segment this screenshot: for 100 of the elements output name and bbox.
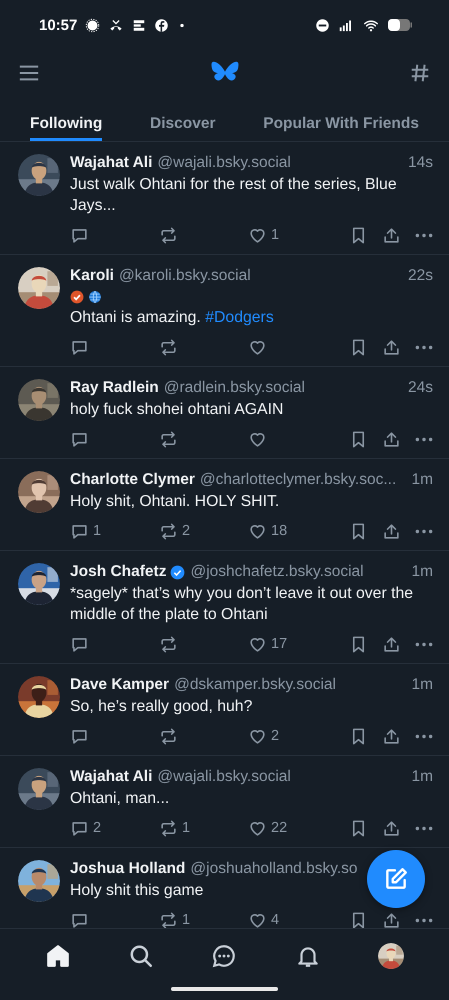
more-button[interactable] <box>415 734 433 738</box>
post-text: holy fuck shohei ohtani AGAIN <box>70 400 284 420</box>
post-time: 1m <box>410 768 433 786</box>
post-text: Ohtani is amazing. #Dodgers <box>70 308 274 328</box>
post-time: 1m <box>410 676 433 694</box>
author-name: Karoli <box>70 267 114 285</box>
more-icon <box>415 826 433 830</box>
author-handle: @wajali.bsky.social <box>157 154 291 172</box>
more-button[interactable] <box>415 918 433 922</box>
author-handle: @radlein.bsky.social <box>164 379 305 397</box>
repost-icon <box>159 430 178 448</box>
author-name: Dave Kamper <box>70 676 170 694</box>
more-icon <box>415 642 433 646</box>
more-button[interactable] <box>415 232 433 238</box>
more-icon <box>415 436 433 442</box>
post-text: *sagely* that’s why you don’t leave it out over the middle of the plate to Ohtani <box>70 584 414 625</box>
post-text: Ohtani, man... <box>70 789 170 809</box>
author-name: Wajahat Ali <box>70 154 152 172</box>
author-handle: @joshchafetz.bsky.social <box>190 563 364 581</box>
reply-button[interactable]: 1 <box>70 522 159 540</box>
author-name: Wajahat Ali <box>70 768 152 786</box>
share-icon <box>382 430 401 448</box>
share-icon <box>382 726 401 746</box>
share-icon <box>382 338 401 356</box>
repost-button[interactable]: 1 <box>159 818 248 838</box>
like-button[interactable]: 18 <box>248 522 337 540</box>
share-button[interactable] <box>382 430 401 448</box>
author-handle: @charlotteclymer.bsky.soc... <box>200 471 396 489</box>
more-icon <box>415 918 433 922</box>
share-button[interactable] <box>382 338 401 356</box>
post-time: 14s <box>407 154 433 172</box>
reply-button[interactable]: 2 <box>70 818 159 838</box>
more-button[interactable] <box>415 528 433 534</box>
share-icon <box>382 226 401 244</box>
battery-icon <box>387 18 413 32</box>
more-button[interactable] <box>415 344 433 350</box>
stacked-bars-icon <box>132 18 146 32</box>
repost-icon <box>159 634 178 654</box>
repost-button[interactable]: 1 <box>159 910 248 928</box>
author-handle: @joshuaholland.bsky.so <box>190 860 358 878</box>
hashtag-icon <box>409 62 431 84</box>
hashtag-button[interactable] <box>409 62 431 84</box>
more-icon <box>415 344 433 350</box>
repost-icon <box>159 910 178 928</box>
repost-icon <box>159 522 178 540</box>
more-icon <box>415 734 433 738</box>
facebook-icon <box>154 18 170 32</box>
repost-icon <box>159 338 178 356</box>
repost-button[interactable]: 2 <box>159 522 248 540</box>
repost-icon <box>159 226 178 244</box>
do-not-disturb-icon <box>315 18 330 32</box>
share-icon <box>382 522 401 540</box>
more-button[interactable] <box>415 826 433 830</box>
post-time: 24s <box>407 379 433 397</box>
share-icon <box>382 818 401 838</box>
check-badge-icon <box>70 290 84 304</box>
post-text: Holy shit this game <box>70 881 204 901</box>
clock-time: 10:57 <box>39 16 78 34</box>
feed-tab[interactable]: Popular With Friends <box>263 96 419 141</box>
author-name: Josh Chafetz <box>70 563 166 581</box>
globe-icon <box>88 290 102 304</box>
post-text: Just walk Ohtani for the rest of the series, Blue Jays... <box>70 175 398 216</box>
share-button[interactable] <box>382 522 401 540</box>
author-handle: @wajali.bsky.social <box>157 768 291 786</box>
wifi-icon <box>362 18 380 32</box>
author-name: Charlotte Clymer <box>70 471 195 489</box>
more-button[interactable] <box>415 436 433 442</box>
share-icon <box>382 910 401 928</box>
post-time: 1m <box>410 563 433 581</box>
post-text: Holy shit, Ohtani. HOLY SHIT. <box>70 492 280 512</box>
share-button[interactable] <box>382 634 401 654</box>
share-button[interactable] <box>382 818 401 838</box>
feed-tab[interactable]: Discover <box>150 96 216 141</box>
post-time: 1m <box>410 471 433 489</box>
search-icon <box>128 943 154 969</box>
author-name: Joshua Holland <box>70 860 186 878</box>
like-button[interactable]: 22 <box>248 818 337 838</box>
compose-icon <box>383 866 409 892</box>
like-button[interactable]: 4 <box>248 910 337 928</box>
like-button[interactable]: 1 <box>248 226 337 244</box>
more-icon <box>415 528 433 534</box>
share-button[interactable] <box>382 226 401 244</box>
author-name: Ray Radlein <box>70 379 159 397</box>
more-button[interactable] <box>415 642 433 646</box>
author-handle: @dskamper.bsky.social <box>174 676 336 694</box>
share-button[interactable] <box>382 910 401 928</box>
more-icon <box>415 232 433 238</box>
like-button[interactable]: 17 <box>248 634 337 654</box>
feed-tab[interactable]: Following <box>30 96 102 141</box>
repost-icon <box>159 726 178 746</box>
missed-call-icon <box>108 18 124 32</box>
share-icon <box>382 634 401 654</box>
hashtag-link[interactable]: #Dodgers <box>205 309 274 326</box>
repost-icon <box>159 818 178 838</box>
author-handle: @karoli.bsky.social <box>118 267 251 285</box>
like-button[interactable]: 2 <box>248 726 337 746</box>
home-icon <box>44 943 71 969</box>
share-button[interactable] <box>382 726 401 746</box>
chat-icon <box>211 943 238 969</box>
post-text: So, he’s really good, huh? <box>70 697 252 717</box>
